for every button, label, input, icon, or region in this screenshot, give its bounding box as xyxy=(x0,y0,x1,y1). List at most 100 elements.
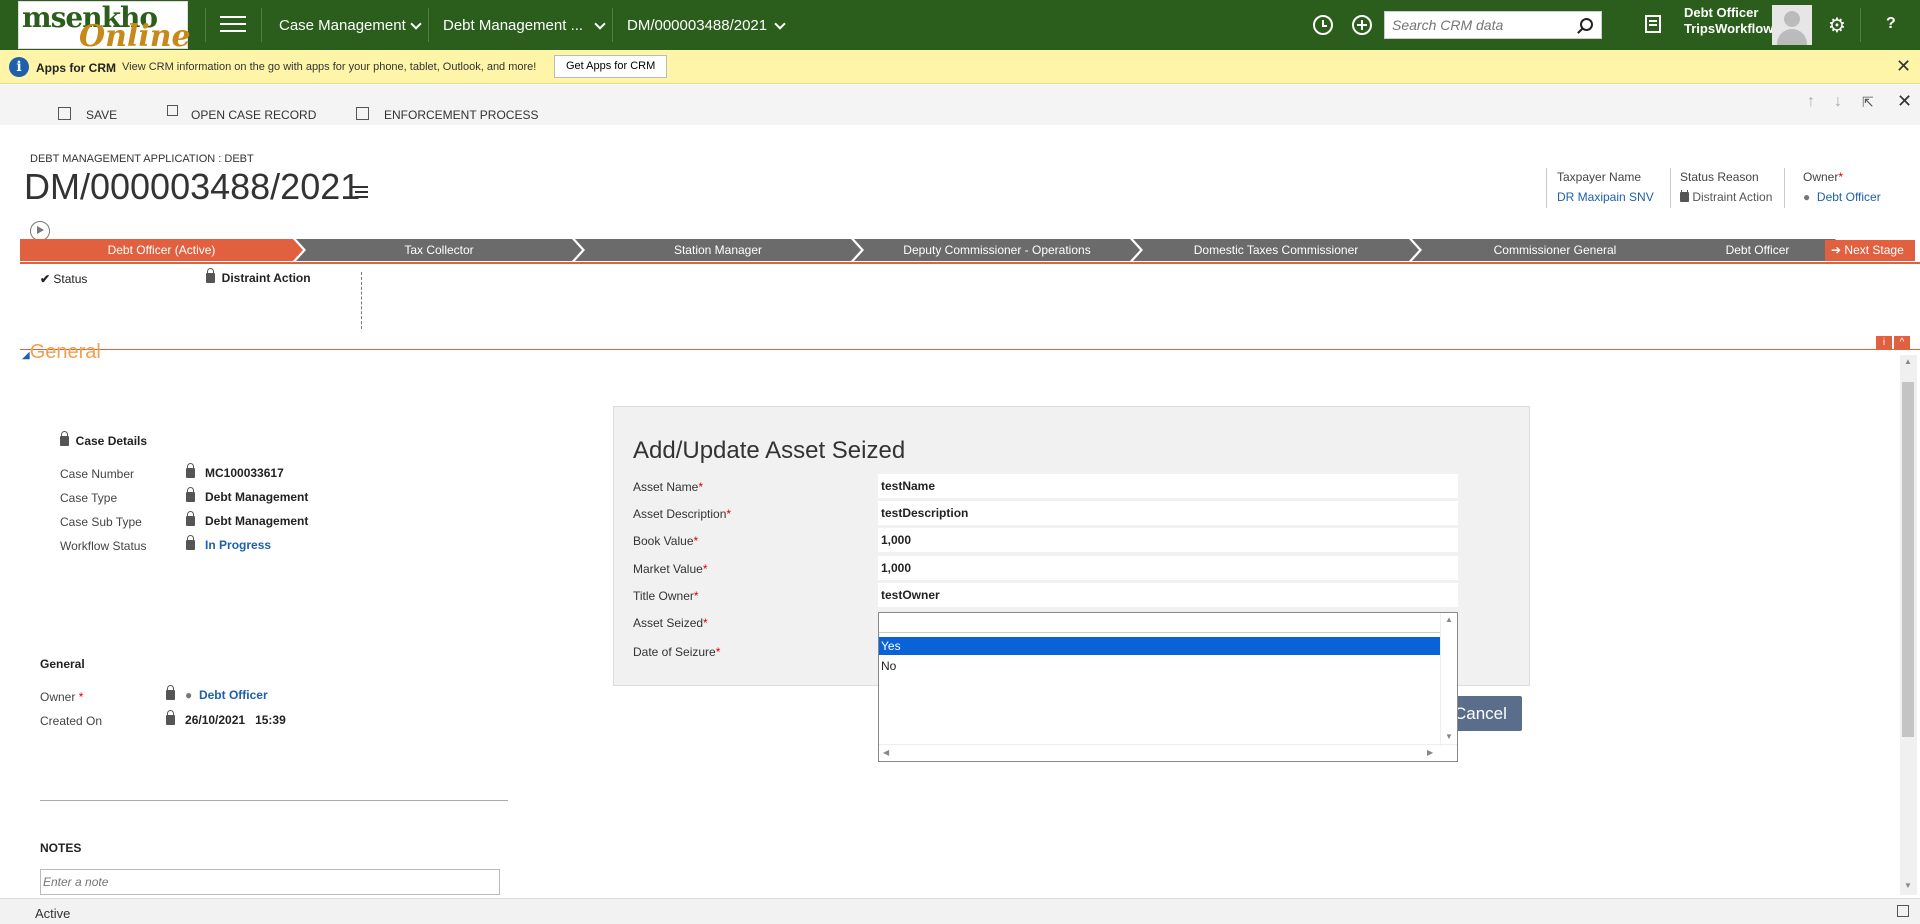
case-type-value: Debt Management xyxy=(186,487,308,504)
stage-tax-collector[interactable]: Tax Collector xyxy=(296,239,582,261)
chevron-down-icon[interactable] xyxy=(594,18,606,30)
owner-field-value[interactable]: ● Debt Officer xyxy=(166,685,268,702)
recent-history-icon[interactable] xyxy=(1313,15,1333,35)
dotted-divider xyxy=(361,272,362,329)
title-owner-field[interactable]: testOwner xyxy=(878,583,1458,607)
page-title: DM/000003488/2021 xyxy=(24,166,361,207)
lock-icon xyxy=(186,511,195,526)
scrollbar-thumb[interactable] xyxy=(1902,382,1914,737)
section-divider xyxy=(20,349,1920,350)
logo-bottom-text: Online xyxy=(79,19,191,54)
open-case-record-button[interactable]: OPEN CASE RECORD xyxy=(191,108,316,122)
search-input[interactable] xyxy=(1385,12,1565,38)
workflow-status-value[interactable]: In Progress xyxy=(186,535,271,552)
app-logo[interactable]: msenkho Online xyxy=(18,1,191,54)
next-stage-button[interactable]: ➔ Next Stage xyxy=(1825,240,1915,261)
asset-seized-select[interactable]: Yes No ▲ ▼ ◀ ▶ xyxy=(878,612,1458,762)
get-apps-button[interactable]: Get Apps for CRM xyxy=(554,55,668,78)
stage-deputy-commissioner[interactable]: Deputy Commissioner - Operations xyxy=(854,239,1140,261)
notes-divider xyxy=(40,800,508,801)
asset-seized-label: Asset Seized* xyxy=(633,616,708,630)
stage-station-manager[interactable]: Station Manager xyxy=(575,239,861,261)
arrow-up-icon[interactable]: ↑ xyxy=(1807,93,1815,111)
nav-divider xyxy=(428,8,429,42)
option-yes[interactable]: Yes xyxy=(879,637,1441,655)
chevron-down-icon[interactable] xyxy=(774,18,786,30)
scroll-up-icon[interactable]: ▲ xyxy=(1904,357,1912,366)
stage-commissioner-general[interactable]: Commissioner General xyxy=(1412,239,1698,261)
dropdown-horizontal-scrollbar[interactable]: ◀ ▶ xyxy=(879,744,1457,761)
avatar[interactable] xyxy=(1772,5,1812,45)
header-taxpayer: Taxpayer Name DR Maxipain SNV xyxy=(1557,170,1667,204)
help-icon[interactable]: ? xyxy=(1886,15,1896,33)
owner-link[interactable]: ● Debt Officer xyxy=(1803,190,1903,204)
chevron-down-icon[interactable] xyxy=(410,18,422,30)
select-current-value[interactable] xyxy=(879,613,1441,633)
lock-icon xyxy=(166,710,175,725)
lock-icon xyxy=(186,463,195,478)
collapse-triangle-icon[interactable]: ◢ xyxy=(22,350,30,361)
cancel-button[interactable]: Cancel xyxy=(1450,696,1522,731)
scroll-down-icon[interactable]: ▼ xyxy=(1904,881,1912,890)
enforcement-process-button[interactable]: ENFORCEMENT PROCESS xyxy=(384,108,538,122)
entity-type-label: DEBT MANAGEMENT APPLICATION : DEBT xyxy=(30,153,254,165)
book-value-label: Book Value* xyxy=(633,534,699,548)
record-menu-icon[interactable] xyxy=(352,186,368,201)
process-bar: Debt Officer (Active) Tax Collector Stat… xyxy=(20,239,1920,261)
lock-icon xyxy=(206,268,215,283)
market-value-label: Market Value* xyxy=(633,562,708,576)
asset-description-field[interactable]: testDescription xyxy=(878,501,1458,525)
save-icon[interactable] xyxy=(1897,905,1909,917)
section-title-general[interactable]: ◢General xyxy=(22,341,101,364)
stage-debt-officer[interactable]: Debt Officer xyxy=(1670,239,1845,261)
nav-case-management[interactable]: Case Management xyxy=(279,17,406,34)
close-icon[interactable]: ✕ xyxy=(1896,56,1911,77)
dropdown-scrollbar[interactable]: ▲ ▼ xyxy=(1440,613,1457,746)
lock-icon xyxy=(1680,190,1689,202)
advanced-find-icon[interactable] xyxy=(1645,15,1661,33)
asset-name-field[interactable]: testName xyxy=(878,474,1458,498)
menu-icon[interactable] xyxy=(220,16,246,34)
open-record-icon xyxy=(167,105,178,116)
stage-domestic-taxes-commissioner[interactable]: Domestic Taxes Commissioner xyxy=(1133,239,1419,261)
process-play-icon[interactable] xyxy=(30,221,50,241)
lock-icon xyxy=(186,535,195,550)
create-new-icon[interactable] xyxy=(1352,15,1372,35)
gear-icon[interactable]: ⚙ xyxy=(1828,13,1846,38)
check-icon: ✔ xyxy=(40,272,51,286)
owner-field-label: Owner * xyxy=(40,690,84,704)
note-input[interactable] xyxy=(40,869,500,895)
scroll-left-icon[interactable]: ◀ xyxy=(883,748,889,757)
status-step-value: Distraint Action xyxy=(206,268,311,285)
close-record-icon[interactable]: ✕ xyxy=(1897,91,1912,112)
user-icon: ● xyxy=(1803,190,1811,204)
book-value-field[interactable]: 1,000 xyxy=(878,528,1458,552)
status-bar: Active xyxy=(0,898,1920,924)
lock-icon xyxy=(60,431,69,446)
info-toggle-icon[interactable]: i xyxy=(1876,336,1892,349)
nav-record-id[interactable]: DM/000003488/2021 xyxy=(627,17,767,34)
search-box[interactable] xyxy=(1384,11,1602,39)
notification-title: Apps for CRM xyxy=(36,61,116,75)
title-owner-label: Title Owner* xyxy=(633,589,699,603)
scroll-right-icon[interactable]: ▶ xyxy=(1427,748,1433,757)
arrow-down-icon[interactable]: ↓ xyxy=(1834,93,1842,111)
collapse-icon[interactable]: ^ xyxy=(1894,336,1910,349)
case-sub-type-value: Debt Management xyxy=(186,511,308,528)
save-button[interactable]: SAVE xyxy=(86,108,117,122)
user-info[interactable]: Debt Officer TripsWorkflow xyxy=(1684,5,1773,37)
header-status-reason: Status Reason Distraint Action xyxy=(1680,170,1772,204)
status-reason-label: Status Reason xyxy=(1680,170,1759,184)
stage-debt-officer-active[interactable]: Debt Officer (Active) xyxy=(20,239,303,261)
pop-out-icon[interactable]: ⇱ xyxy=(1862,94,1874,111)
option-no[interactable]: No xyxy=(879,657,1441,675)
nav-debt-management[interactable]: Debt Management ... xyxy=(443,17,583,34)
command-bar: SAVE OPEN CASE RECORD ENFORCEMENT PROCES… xyxy=(0,85,1920,125)
header-divider xyxy=(1546,168,1547,208)
process-icon xyxy=(356,107,369,120)
taxpayer-link[interactable]: DR Maxipain SNV xyxy=(1557,190,1667,204)
search-icon[interactable] xyxy=(1580,18,1593,31)
scroll-up-icon[interactable]: ▲ xyxy=(1445,615,1453,624)
market-value-field[interactable]: 1,000 xyxy=(878,556,1458,580)
scroll-down-icon[interactable]: ▼ xyxy=(1445,732,1453,741)
